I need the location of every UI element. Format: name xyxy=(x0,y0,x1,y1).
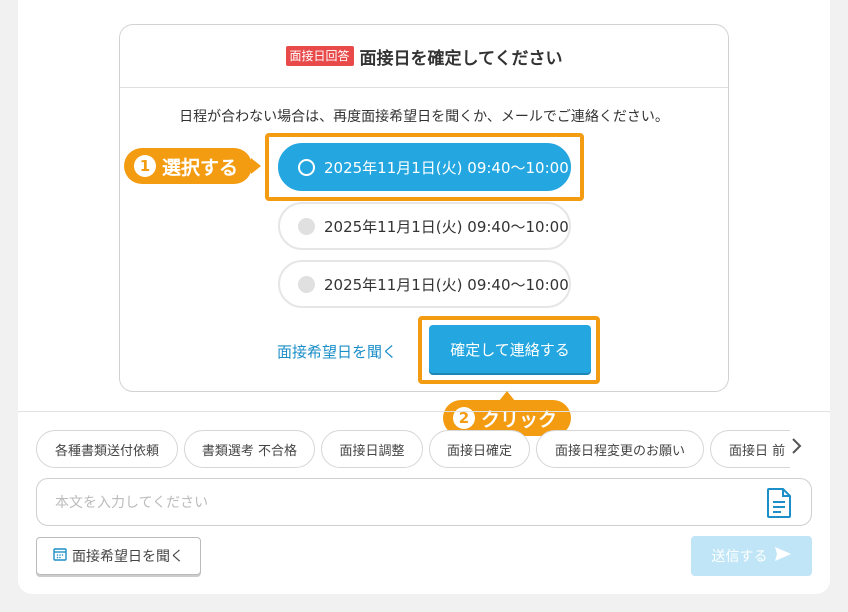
message-placeholder: 本文を入力してください xyxy=(55,495,209,511)
status-tag: 面接日回答 xyxy=(285,46,354,66)
date-option-label: 2025年11月1日(火) 09:40〜10:00 xyxy=(324,275,569,294)
step-label: 選択する xyxy=(162,156,239,179)
template-chip[interactable]: 面接日確定 xyxy=(429,430,530,468)
template-chips: 各種書類送付依頼 書類選考 不合格 面接日調整 面接日確定 面接日程変更のお願い xyxy=(36,430,704,468)
template-chip[interactable]: 面接日調整 xyxy=(321,430,423,468)
radio-icon xyxy=(298,275,315,293)
send-label: 送信する xyxy=(711,549,768,565)
ask-button-label: 面接希望日を聞く xyxy=(72,549,184,565)
calendar-icon xyxy=(53,547,67,565)
card-title: 面接日を確定してください xyxy=(359,48,563,69)
document-icon[interactable] xyxy=(765,487,793,523)
step-number: 1 xyxy=(134,155,156,177)
date-option-2[interactable]: 2025年11月1日(火) 09:40〜10:00 xyxy=(278,202,571,250)
divider xyxy=(18,411,830,412)
send-button[interactable]: 送信する xyxy=(691,536,812,576)
chevron-right-icon[interactable] xyxy=(790,436,804,461)
template-chip[interactable]: 書類選考 不合格 xyxy=(184,430,315,468)
send-icon xyxy=(774,546,792,566)
card-header: 面接日回答 面接日を確定してください xyxy=(120,25,728,88)
date-option-label: 2025年11月1日(火) 09:40〜10:00 xyxy=(324,217,569,236)
ask-preferred-date-button[interactable]: 面接希望日を聞く xyxy=(36,537,201,575)
ask-preferred-date-link[interactable]: 面接希望日を聞く xyxy=(277,341,397,362)
highlight-option xyxy=(265,133,584,201)
template-chip[interactable]: 各種書類送付依頼 xyxy=(36,430,178,468)
radio-icon xyxy=(298,217,315,235)
template-chip[interactable]: 面接日程変更のお願い xyxy=(536,430,704,468)
message-input[interactable]: 本文を入力してください xyxy=(36,478,812,526)
callout-step-1: 1 選択する xyxy=(124,148,262,184)
date-option-3[interactable]: 2025年11月1日(火) 09:40〜10:00 xyxy=(278,260,571,308)
card-note: 日程が合わない場合は、再度面接希望日を聞くか、メールでご連絡ください。 xyxy=(179,109,669,125)
step-label: クリック xyxy=(481,408,558,431)
highlight-confirm xyxy=(418,316,600,384)
template-chip-partial[interactable]: 面接日 前 xyxy=(710,430,790,468)
